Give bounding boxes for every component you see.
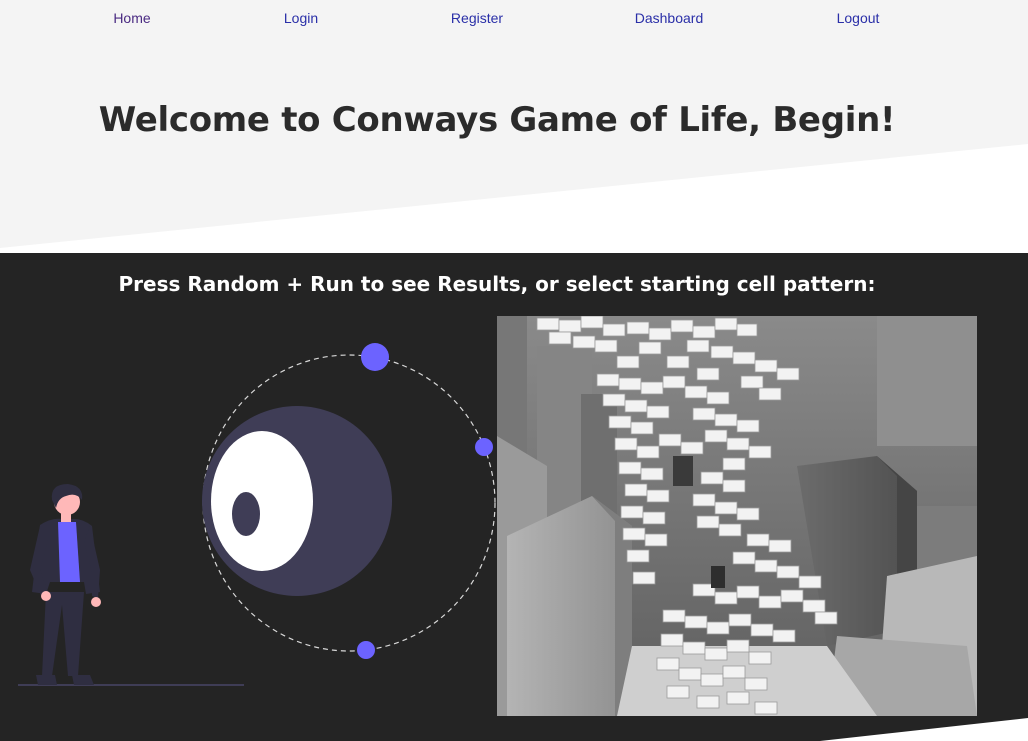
- planet-pupil: [232, 492, 260, 536]
- nav-login-link[interactable]: Login: [284, 10, 318, 26]
- page-title: Welcome to Conways Game of Life, Begin!: [98, 100, 896, 140]
- nav-home-link[interactable]: Home: [113, 10, 150, 26]
- instructions-heading: Press Random + Run to see Results, or se…: [118, 272, 876, 296]
- nav-dashboard-link[interactable]: Dashboard: [635, 10, 704, 26]
- space-illustration: [18, 343, 496, 686]
- moon-bottom: [357, 641, 375, 659]
- moon-top: [361, 343, 389, 371]
- moon-right: [475, 438, 493, 456]
- nav-register-link[interactable]: Register: [451, 10, 503, 26]
- planet-eye: [211, 431, 313, 571]
- person-figure: [30, 484, 101, 685]
- game-of-life-3d-image: [497, 316, 977, 716]
- nav-logout-link[interactable]: Logout: [837, 10, 880, 26]
- top-nav: Home Login Register Dashboard Logout: [0, 0, 1028, 38]
